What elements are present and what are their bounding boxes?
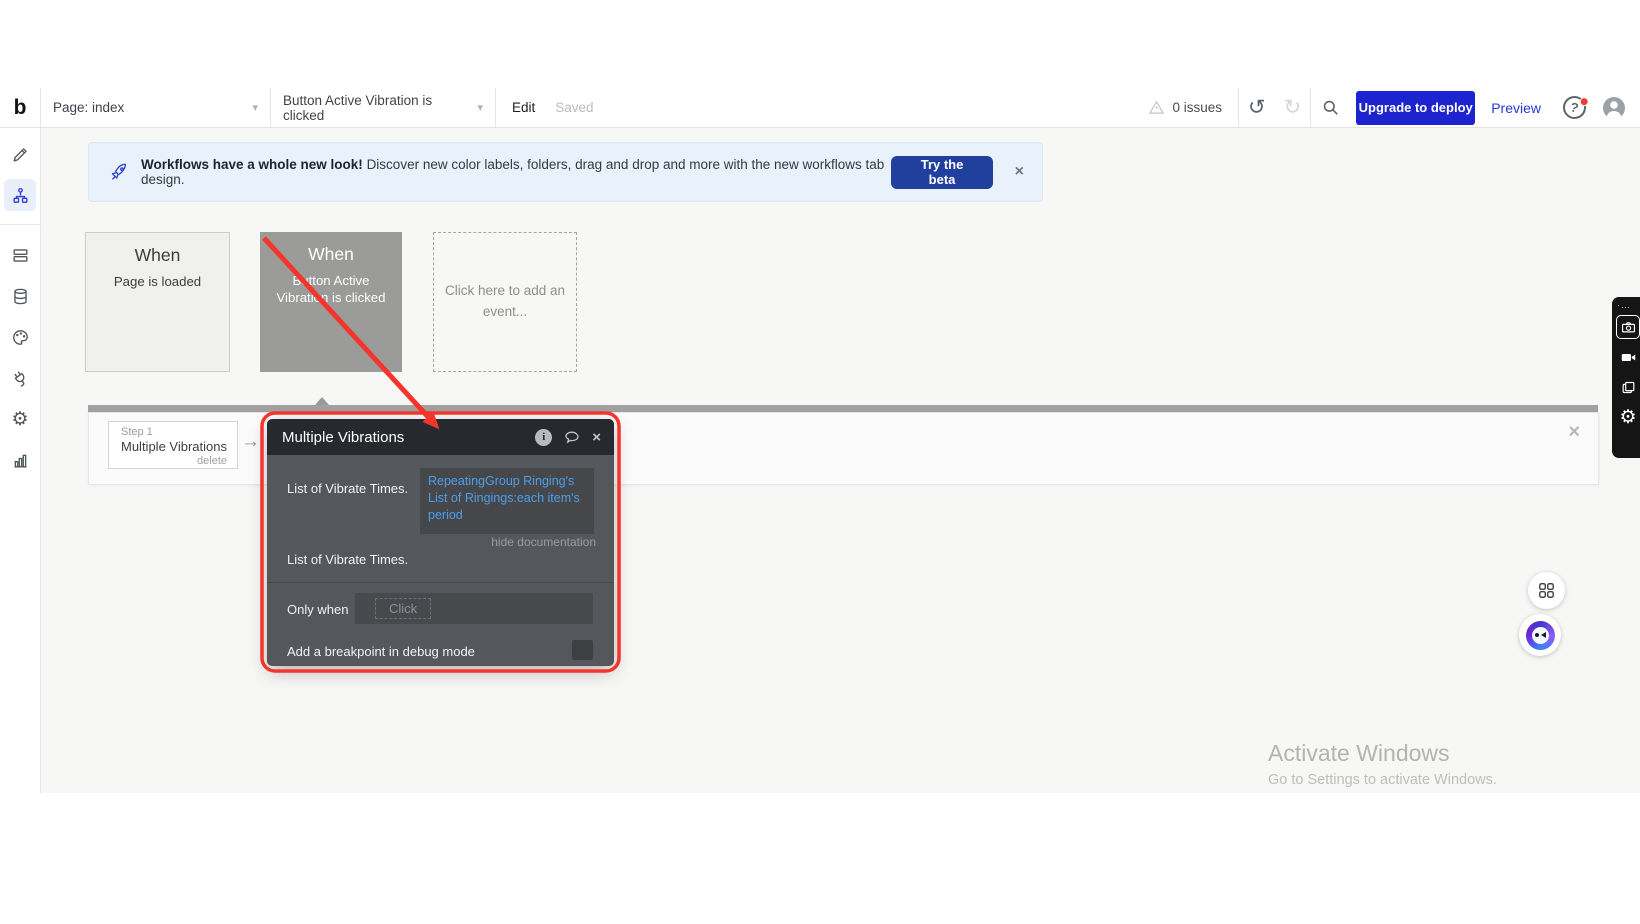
strip-close-icon[interactable]: × [1568, 421, 1580, 444]
issues-indicator[interactable]: 0 issues [1148, 99, 1222, 116]
popup-body: List of Vibrate Times. RepeatingGroup Ri… [267, 455, 614, 666]
edit-mode-label[interactable]: Edit [512, 100, 535, 115]
redo-icon[interactable]: ↻ [1275, 97, 1311, 118]
info-icon[interactable]: i [535, 429, 552, 446]
comment-icon[interactable] [563, 429, 581, 446]
event-subtitle: Page is loaded [86, 273, 229, 290]
plugins-plug-icon[interactable] [4, 362, 36, 394]
capture-settings-gear-icon[interactable]: ⚙ [1616, 405, 1640, 429]
upgrade-to-deploy-button[interactable]: Upgrade to deploy [1356, 91, 1475, 125]
popup-title: Multiple Vibrations [282, 429, 404, 446]
warning-icon [1148, 99, 1165, 116]
screen-capture-toolbar: ·… ⚙ [1612, 297, 1640, 458]
expression-value-box[interactable]: RepeatingGroup Ringing's List of Ringing… [420, 468, 594, 534]
workflow-strip-divider [88, 405, 1598, 412]
drag-dots-icon[interactable]: ·… [1617, 300, 1631, 312]
database-icon[interactable] [4, 280, 36, 312]
event-selector[interactable]: Button Active Vibration is clicked ▾ [271, 88, 495, 127]
saved-status: Saved [555, 100, 593, 115]
help-question-mark: ? [1569, 99, 1580, 115]
watermark-title: Activate Windows [1268, 740, 1497, 767]
workflow-icon[interactable] [4, 179, 36, 211]
help-icon[interactable]: ? [1561, 94, 1589, 122]
watermark-subtitle: Go to Settings to activate Windows. [1268, 772, 1497, 788]
event-selector-label: Button Active Vibration is clicked [283, 93, 463, 123]
rocket-icon [109, 162, 129, 182]
pages-copy-icon[interactable] [1616, 375, 1640, 399]
banner-highlight: Workflows have a whole new look! [141, 157, 363, 172]
field-label: List of Vibrate Times. [287, 481, 408, 496]
add-event-placeholder: Click here to add an event... [442, 281, 568, 323]
breakpoint-label: Add a breakpoint in debug mode [287, 644, 475, 659]
styles-palette-icon[interactable] [4, 321, 36, 353]
undo-icon[interactable]: ↺ [1239, 97, 1275, 118]
workflows-beta-banner: Workflows have a whole new look! Discove… [88, 142, 1043, 202]
notification-dot [1579, 96, 1590, 107]
chevron-down-icon: ▾ [477, 101, 483, 114]
divider [267, 582, 614, 583]
camera-icon[interactable] [1616, 315, 1640, 339]
video-icon[interactable] [1616, 345, 1640, 369]
event-card-page-loaded[interactable]: When Page is loaded [85, 232, 230, 372]
event-title: When [86, 245, 229, 266]
activate-windows-watermark: Activate Windows Go to Settings to activ… [1268, 740, 1497, 788]
left-sidebar: ⚙ [0, 128, 41, 793]
preview-link[interactable]: Preview [1491, 100, 1541, 116]
top-toolbar: b Page: index ▾ Button Active Vibration … [0, 88, 1640, 128]
ai-assistant-button[interactable] [1519, 614, 1561, 656]
search-icon[interactable] [1311, 98, 1350, 117]
breakpoint-checkbox[interactable] [572, 640, 593, 660]
issues-count: 0 issues [1172, 100, 1222, 115]
bubble-logo[interactable]: b [0, 96, 40, 120]
page-selector-label: Page: index [53, 100, 124, 115]
selected-event-pointer [315, 397, 329, 405]
popup-close-icon[interactable]: × [592, 429, 601, 446]
divider [495, 88, 496, 127]
step-name: Multiple Vibrations [121, 439, 227, 454]
settings-gear-icon[interactable]: ⚙ [4, 403, 36, 435]
only-when-input[interactable]: Click [355, 593, 593, 624]
only-when-label: Only when [287, 602, 348, 617]
step-arrow-icon: → [241, 431, 260, 453]
gear-glyph: ⚙ [1619, 406, 1636, 429]
add-event-card[interactable]: Click here to add an event... [433, 232, 577, 372]
field-description: List of Vibrate Times. [287, 552, 408, 567]
event-card-button-clicked-selected[interactable]: When Button Active Vibration is clicked [260, 232, 402, 372]
try-the-beta-button[interactable]: Try the beta [891, 156, 992, 189]
user-avatar[interactable] [1602, 96, 1626, 120]
step-number: Step 1 [121, 426, 227, 438]
hide-documentation-link[interactable]: hide documentation [491, 535, 596, 549]
event-subtitle: Button Active Vibration is clicked [272, 272, 390, 306]
logs-chart-icon[interactable] [4, 444, 36, 476]
popup-header[interactable]: Multiple Vibrations i × [267, 419, 614, 455]
only-when-placeholder: Click [375, 598, 431, 619]
event-title: When [272, 244, 390, 265]
banner-text: Workflows have a whole new look! Discove… [141, 157, 891, 187]
page-selector[interactable]: Page: index ▾ [41, 88, 270, 127]
divider [0, 224, 41, 225]
banner-close-icon[interactable]: × [1015, 163, 1024, 181]
gear-glyph: ⚙ [11, 410, 28, 429]
responsive-icon[interactable] [4, 239, 36, 271]
step-card[interactable]: Step 1 Multiple Vibrations delete [108, 421, 238, 469]
chevron-down-icon: ▾ [252, 101, 258, 114]
ai-assistant-icon [1526, 621, 1555, 650]
action-properties-popup: Multiple Vibrations i × List of Vibrate … [267, 419, 614, 666]
pencil-icon[interactable] [4, 138, 36, 170]
apps-grid-button[interactable] [1528, 572, 1565, 609]
step-delete-link[interactable]: delete [121, 455, 227, 467]
